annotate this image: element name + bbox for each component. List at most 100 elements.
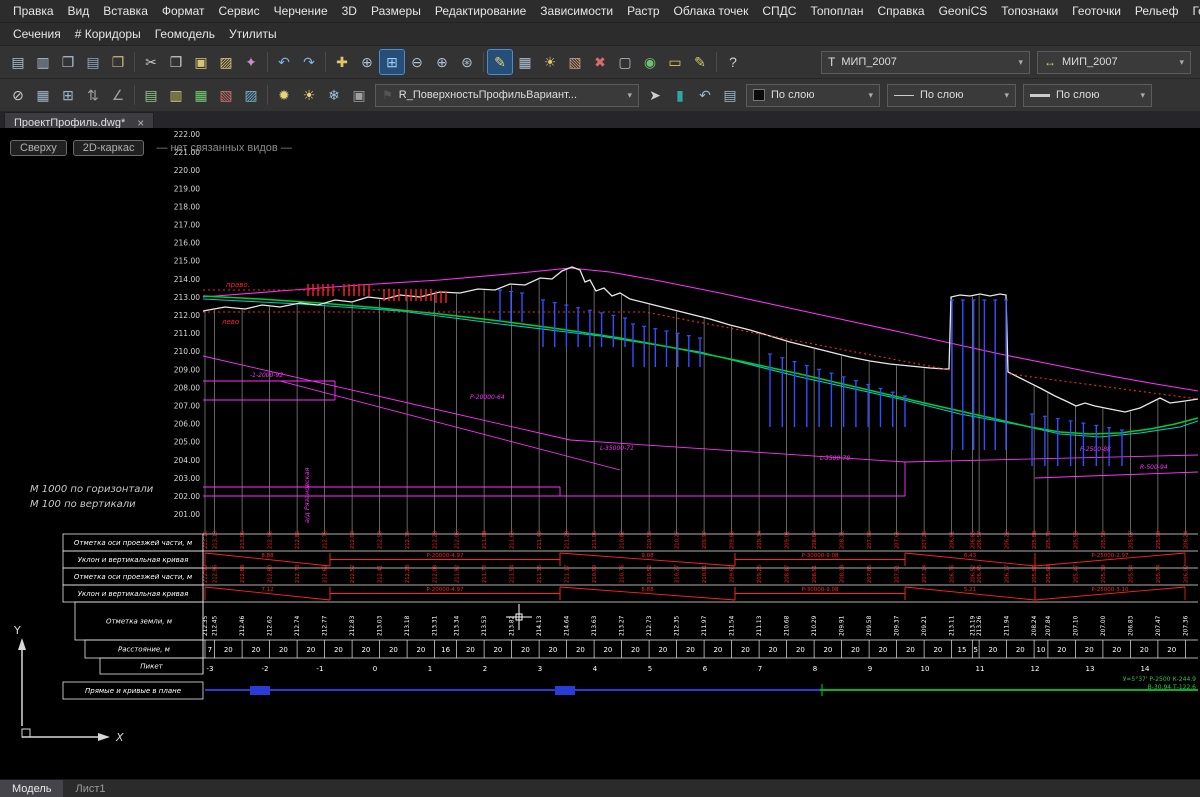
chevron-down-icon[interactable]: ▾ [1018, 57, 1023, 68]
svg-text:Р-30000-9.08: Р-30000-9.08 [801, 553, 839, 559]
cut-icon[interactable]: ✂ [139, 50, 163, 74]
zoom-extents-icon[interactable]: ⊛ [455, 50, 479, 74]
print-icon[interactable]: ▤ [6, 50, 30, 74]
chevron-down-icon[interactable]: ▾ [1140, 90, 1145, 101]
swap-arrows-icon[interactable]: ⇅ [81, 83, 105, 107]
chevron-down-icon[interactable]: ▾ [1179, 57, 1184, 68]
no-plot-icon[interactable]: ⊘ [6, 83, 30, 107]
svg-text:В-30.94 Т-122.6: В-30.94 Т-122.6 [1148, 684, 1197, 691]
tab-model[interactable]: Модель [0, 780, 63, 797]
chevron-down-icon[interactable]: ▾ [1004, 90, 1009, 101]
svg-text:-2: -2 [262, 665, 269, 673]
linetype-combo[interactable]: По слою ▾ [887, 84, 1016, 107]
svg-text:М 100 по вертикали: М 100 по вертикали [30, 499, 136, 510]
svg-text:2: 2 [483, 665, 487, 673]
svg-text:212.74: 212.74 [295, 615, 301, 636]
paste-special-icon[interactable]: ▨ [214, 50, 238, 74]
zoom-previous-icon[interactable]: ⊖ [405, 50, 429, 74]
menu-item[interactable]: Зависимости [533, 2, 620, 20]
chevron-down-icon[interactable]: ▾ [868, 90, 873, 101]
lock-icon[interactable]: ▣ [347, 83, 371, 107]
menu-item[interactable]: Справка [871, 2, 932, 20]
svg-text:20: 20 [823, 646, 832, 654]
menu-item[interactable]: # Коридоры [68, 25, 148, 43]
color-swatch-icon[interactable]: ▮ [668, 83, 692, 107]
menu-item[interactable]: Растр [620, 2, 666, 20]
freeze-icon[interactable]: ❄ [322, 83, 346, 107]
chevron-down-icon[interactable]: ▾ [627, 90, 632, 101]
web-icon[interactable]: ◉ [638, 50, 662, 74]
text-style-combo[interactable]: Т МИП_2007 ▾ [821, 51, 1030, 74]
zoom-in-icon[interactable]: ⊕ [430, 50, 454, 74]
layer-previous-icon[interactable]: ↶ [693, 83, 717, 107]
menu-item[interactable]: Рельеф [1128, 2, 1186, 20]
viewport-visual-style-control[interactable]: 2D-каркас [73, 140, 145, 156]
lineweight-combo[interactable]: По слою ▾ [1023, 84, 1152, 107]
menu-item[interactable]: Сечения [6, 25, 68, 43]
menu-item[interactable]: Горизонтали [1185, 2, 1200, 20]
bulb-icon[interactable]: ✹ [272, 83, 296, 107]
svg-text:20: 20 [686, 646, 695, 654]
color-combo[interactable]: По слою ▾ [746, 84, 880, 107]
svg-text:210.00: 210.00 [174, 347, 200, 356]
svg-text:212.86: 212.86 [295, 531, 301, 549]
menu-item[interactable]: Облака точек [667, 2, 756, 20]
sun-icon[interactable]: ☀ [297, 83, 321, 107]
viewport-view-control[interactable]: Сверху [10, 140, 67, 156]
cell-select-icon[interactable]: ⊞ [56, 83, 80, 107]
menu-item[interactable]: Топознаки [994, 2, 1065, 20]
sketch-pencil-icon[interactable]: ✎ [688, 50, 712, 74]
menu-item[interactable]: Правка [6, 2, 61, 20]
menu-item[interactable]: Топоплан [803, 2, 870, 20]
layout-icon[interactable]: ▭ [663, 50, 687, 74]
pan-icon[interactable]: ✚ [330, 50, 354, 74]
redo-icon[interactable]: ↷ [297, 50, 321, 74]
layer-yellow-icon[interactable]: ▥ [164, 83, 188, 107]
help-icon[interactable]: ? [721, 50, 745, 74]
table-grid-icon[interactable]: ▦ [31, 83, 55, 107]
plot-style-icon[interactable]: ▧ [563, 50, 587, 74]
menu-item[interactable]: Формат [155, 2, 212, 20]
menu-item[interactable]: Черчение [267, 2, 335, 20]
etransmit-icon[interactable]: ❐ [106, 50, 130, 74]
tab-layout1[interactable]: Лист1 [63, 780, 117, 797]
layer-group-icon[interactable]: ▤ [139, 83, 163, 107]
layer-combo[interactable]: ⚑ R_ПоверхностьПрофильВариант... ▾ [375, 84, 639, 107]
menu-item[interactable]: СПДС [755, 2, 803, 20]
page-setup-icon[interactable]: ▥ [31, 50, 55, 74]
render-sun-icon[interactable]: ☀ [538, 50, 562, 74]
menu-item[interactable]: GeoniCS [932, 2, 995, 20]
menu-item[interactable]: 3D [335, 2, 364, 20]
layer-red-icon[interactable]: ▧ [214, 83, 238, 107]
match-properties-icon[interactable]: ✦ [239, 50, 263, 74]
menu-item[interactable]: Вставка [96, 2, 155, 20]
layer-states-icon[interactable]: ▤ [718, 83, 742, 107]
delete-window-icon[interactable]: ✖ [588, 50, 612, 74]
profile-drawing-canvas[interactable]: 222.00221.00220.00219.00218.00217.00216.… [0, 128, 1200, 780]
menu-item[interactable]: Утилиты [222, 25, 284, 43]
zoom-window-icon[interactable]: ⊞ [380, 50, 404, 74]
paste-icon[interactable]: ▣ [189, 50, 213, 74]
drawing-viewport[interactable]: 222.00221.00220.00219.00218.00217.00216.… [0, 128, 1200, 780]
publish-icon[interactable]: ▤ [81, 50, 105, 74]
layer-green-icon[interactable]: ▦ [189, 83, 213, 107]
make-object-layer-icon[interactable]: ➤ [643, 83, 667, 107]
pencil-edit-icon[interactable]: ✎ [488, 50, 512, 74]
plot-preview-icon[interactable]: ❐ [56, 50, 80, 74]
layer-n-icon[interactable]: ▨ [239, 83, 263, 107]
menu-item[interactable]: Геоточки [1065, 2, 1128, 20]
svg-text:Р-2500-88: Р-2500-88 [1080, 446, 1111, 453]
menu-item[interactable]: Вид [61, 2, 97, 20]
menu-item[interactable]: Сервис [212, 2, 267, 20]
menu-item[interactable]: Редактирование [428, 2, 533, 20]
svg-text:210.27: 210.27 [675, 531, 681, 549]
zoom-realtime-icon[interactable]: ⊕ [355, 50, 379, 74]
menu-item[interactable]: Размеры [364, 2, 428, 20]
angle-icon[interactable]: ∠ [106, 83, 130, 107]
copy-icon[interactable]: ❐ [164, 50, 188, 74]
menu-item[interactable]: Геомодель [148, 25, 222, 43]
sheet-set-icon[interactable]: ▦ [513, 50, 537, 74]
dim-style-combo[interactable]: ↔ МИП_2007 ▾ [1037, 51, 1191, 74]
monitor-icon[interactable]: ▢ [613, 50, 637, 74]
undo-icon[interactable]: ↶ [272, 50, 296, 74]
